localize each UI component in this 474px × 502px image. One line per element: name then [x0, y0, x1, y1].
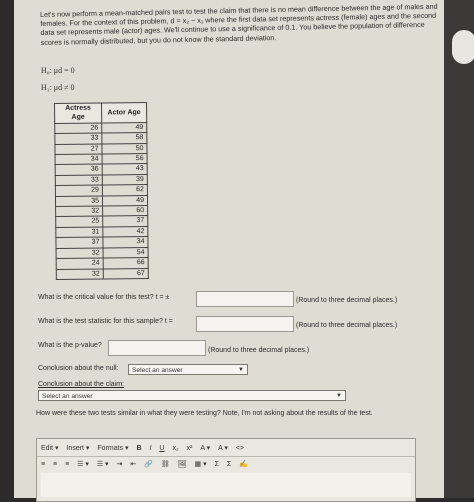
- p-value-input[interactable]: [108, 340, 206, 356]
- chevron-down-icon: ▼: [238, 367, 244, 373]
- alt-hypothesis: H₁: μd ≠ 0: [41, 83, 75, 92]
- critical-value-hint: (Round to three decimal places.): [296, 297, 398, 304]
- null-conclusion-label: Conclusion about the null:: [38, 365, 119, 372]
- age-data-table: Actress Age Actor Age 26 49 33 58 27 50 34 56 36…: [54, 102, 149, 280]
- p-value-hint: (Round to three decimal places.): [208, 347, 310, 354]
- null-conclusion-value: Select an answer: [132, 367, 183, 374]
- similarity-question: How were these two tests similar in what…: [36, 410, 373, 417]
- p-value-label: What is the p-value?: [38, 342, 102, 349]
- actress-age-cell: 27: [54, 143, 103, 155]
- underline-button[interactable]: U: [159, 445, 164, 452]
- actor-age-cell: 62: [102, 184, 148, 196]
- actor-age-cell: 60: [102, 205, 148, 217]
- test-statistic-input[interactable]: [196, 316, 294, 332]
- actor-age-cell: 49: [101, 122, 147, 134]
- text-color-button[interactable]: A ▾: [200, 444, 210, 452]
- null-conclusion-select[interactable]: Select an answer ▼: [128, 364, 248, 375]
- toolbar-divider: [37, 456, 415, 457]
- actor-age-cell: 43: [102, 163, 148, 175]
- actor-age-cell: 66: [103, 257, 149, 269]
- actor-age-cell: 56: [102, 153, 148, 165]
- edit-menu[interactable]: Edit ▾: [41, 444, 59, 452]
- actress-age-cell: 24: [56, 258, 104, 269]
- actor-age-cell: 54: [103, 247, 149, 259]
- actor-age-cell: 39: [102, 174, 148, 186]
- numbered-list-icon[interactable]: ☰ ▾: [97, 460, 109, 468]
- actress-age-cell: 32: [56, 247, 104, 259]
- actor-age-cell: 50: [101, 143, 148, 155]
- insert-menu[interactable]: Insert ▾: [66, 444, 89, 452]
- link-icon[interactable]: 🔗: [144, 460, 153, 468]
- formats-menu[interactable]: Formats ▾: [97, 444, 128, 452]
- actress-age-cell: 32: [56, 268, 104, 280]
- actor-age-cell: 58: [101, 132, 147, 144]
- actor-age-cell: 67: [103, 268, 149, 279]
- critical-value-label: What is the critical value for this test…: [38, 294, 170, 301]
- null-hypothesis: H₀: μd = 0: [41, 66, 75, 75]
- problem-intro: Let's now perform a mean-matched pairs t…: [40, 1, 438, 47]
- actor-age-cell: 34: [102, 236, 149, 248]
- claim-conclusion-select[interactable]: Select an answer ▼: [38, 390, 346, 401]
- subscript-button[interactable]: x₂: [172, 445, 178, 452]
- col-header-actor: Actor Age: [101, 102, 147, 123]
- col-header-actress: Actress Age: [54, 103, 102, 124]
- bullet-list-icon[interactable]: ☰ ▾: [77, 460, 89, 468]
- actress-age-cell: 33: [54, 133, 102, 145]
- code-button[interactable]: <>: [236, 445, 244, 452]
- align-left-icon[interactable]: ≡: [41, 461, 45, 468]
- critical-value-input[interactable]: [196, 291, 294, 307]
- actress-age-cell: 33: [55, 174, 103, 186]
- actress-age-cell: 32: [55, 206, 103, 217]
- rich-text-editor[interactable]: Edit ▾ Insert ▾ Formats ▾ B I U x₂ x² A …: [36, 438, 416, 502]
- sigma-icon[interactable]: Σ: [215, 461, 219, 468]
- actor-age-cell: 37: [102, 215, 148, 227]
- screen-bezel: [444, 0, 474, 498]
- editor-toolbar-row2: ≡ ≡ ≡ ☰ ▾ ☰ ▾ ⇥ ⇤ 🔗 ⛓ 🖼 ▦ ▾ Σ Σ ✍: [41, 460, 254, 468]
- editor-toolbar-row1: Edit ▾ Insert ▾ Formats ▾ B I U x₂ x² A …: [41, 444, 250, 452]
- test-statistic-label: What is the test statistic for this samp…: [38, 318, 173, 325]
- actress-age-cell: 36: [55, 164, 103, 176]
- align-center-icon[interactable]: ≡: [53, 461, 57, 468]
- image-icon[interactable]: 🖼: [178, 460, 187, 468]
- superscript-button[interactable]: x²: [187, 445, 193, 452]
- align-right-icon[interactable]: ≡: [65, 461, 69, 468]
- actress-age-cell: 37: [55, 237, 104, 249]
- actress-age-cell: 35: [55, 195, 103, 207]
- chevron-down-icon: ▼: [336, 393, 342, 399]
- actress-age-cell: 29: [55, 185, 103, 197]
- bold-button[interactable]: B: [137, 445, 142, 452]
- actress-age-cell: 34: [55, 154, 103, 165]
- actress-age-cell: 31: [55, 226, 103, 238]
- actress-age-cell: 25: [55, 216, 103, 228]
- unlink-icon[interactable]: ⛓: [161, 460, 170, 468]
- editor-text-area[interactable]: [41, 473, 411, 497]
- claim-conclusion-value: Select an answer: [42, 393, 93, 400]
- worksheet-page: Let's now perform a mean-matched pairs t…: [14, 0, 444, 498]
- test-statistic-hint: (Round to three decimal places.): [296, 322, 398, 329]
- outdent-icon[interactable]: ⇤: [130, 460, 136, 468]
- italic-button[interactable]: I: [150, 445, 152, 452]
- table-icon[interactable]: ▦ ▾: [195, 460, 207, 468]
- table-row: 32 67: [56, 268, 149, 280]
- handwriting-icon[interactable]: ✍: [239, 460, 248, 468]
- sum-icon[interactable]: Σ: [227, 461, 231, 468]
- actor-age-cell: 42: [102, 226, 148, 238]
- indent-icon[interactable]: ⇥: [117, 460, 123, 468]
- actress-age-cell: 26: [54, 122, 102, 134]
- highlight-color-button[interactable]: A ▾: [218, 444, 228, 452]
- actor-age-cell: 49: [102, 195, 148, 207]
- claim-conclusion-label: Conclusion about the claim:: [38, 381, 124, 388]
- camera-glare: [452, 30, 474, 64]
